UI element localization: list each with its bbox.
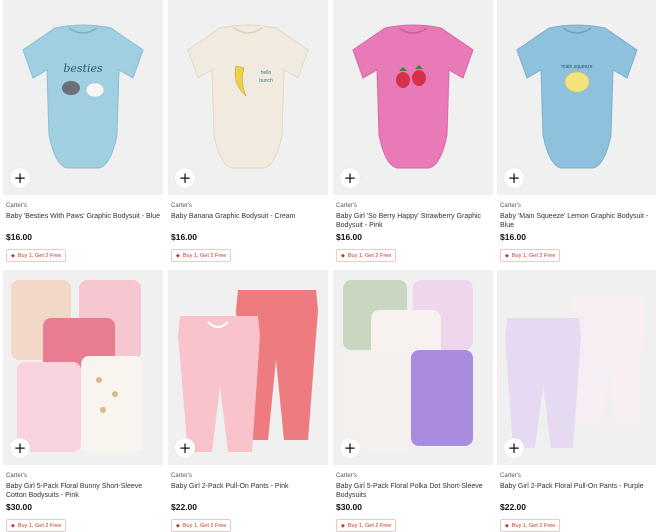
add-to-cart-button[interactable]: +: [10, 168, 30, 188]
tag-icon: ◆: [505, 252, 509, 259]
product-price: $16.00: [500, 232, 526, 242]
product-image[interactable]: hello bunch +: [168, 0, 328, 195]
plus-icon: +: [178, 438, 192, 457]
product-brand: Carter's: [6, 203, 27, 209]
product-price: $22.00: [171, 502, 197, 512]
product-image[interactable]: +: [333, 0, 493, 195]
tag-icon: ◆: [11, 522, 15, 529]
product-image[interactable]: +: [168, 270, 328, 465]
product-card[interactable]: hello bunch + Carter's Baby Banana Graph…: [168, 0, 328, 262]
product-card[interactable]: + Carter's Baby Girl 2-Pack Pull-On Pant…: [168, 270, 328, 532]
product-brand: Carter's: [6, 473, 27, 479]
plus-icon: +: [507, 168, 521, 187]
add-to-cart-button[interactable]: +: [10, 438, 30, 458]
add-to-cart-button[interactable]: +: [175, 438, 195, 458]
product-grid: besties + Carter's Baby 'Besties With Pa…: [0, 0, 656, 532]
promo-badge[interactable]: ◆ Buy 1, Get 2 Free: [171, 519, 232, 532]
product-image[interactable]: main squeeze +: [497, 0, 656, 195]
product-card[interactable]: main squeeze + Carter's Baby 'Main Squee…: [497, 0, 656, 262]
promo-badge[interactable]: ◆ Buy 1, Get 2 Free: [336, 249, 397, 262]
promo-label: Buy 1, Get 2 Free: [17, 522, 62, 529]
product-card[interactable]: besties + Carter's Baby 'Besties With Pa…: [3, 0, 163, 262]
product-brand: Carter's: [500, 203, 521, 209]
product-title[interactable]: Baby Girl 2-Pack Floral Pull-On Pants - …: [500, 482, 656, 500]
product-title[interactable]: Baby Girl 'So Berry Happy' Strawberry Gr…: [336, 212, 493, 230]
promo-label: Buy 1, Get 2 Free: [182, 522, 227, 529]
promo-label: Buy 1, Get 2 Free: [347, 522, 392, 529]
product-title[interactable]: Baby Girl 5-Pack Floral Bunny Short-Slee…: [6, 482, 163, 500]
svg-text:bunch: bunch: [259, 78, 273, 84]
product-brand: Carter's: [336, 473, 357, 479]
plus-icon: +: [13, 438, 27, 457]
product-image[interactable]: +: [333, 270, 493, 465]
product-title[interactable]: Baby 'Main Squeeze' Lemon Graphic Bodysu…: [500, 212, 656, 230]
promo-badge[interactable]: ◆ Buy 1, Get 2 Free: [500, 249, 561, 262]
product-title[interactable]: Baby Banana Graphic Bodysuit - Cream: [171, 212, 328, 230]
tag-icon: ◆: [341, 252, 345, 259]
tag-icon: ◆: [11, 252, 15, 259]
add-to-cart-button[interactable]: +: [340, 438, 360, 458]
product-card[interactable]: + Carter's Baby Girl 5-Pack Floral Polka…: [333, 270, 493, 532]
product-image[interactable]: +: [3, 270, 163, 465]
promo-label: Buy 1, Get 2 Free: [511, 522, 556, 529]
promo-label: Buy 1, Get 2 Free: [17, 252, 62, 259]
add-to-cart-button[interactable]: +: [504, 438, 524, 458]
product-title[interactable]: Baby Girl 5-Pack Floral Polka Dot Short-…: [336, 482, 493, 500]
add-to-cart-button[interactable]: +: [504, 168, 524, 188]
product-card[interactable]: + Carter's Baby Girl 5-Pack Floral Bunny…: [3, 270, 163, 532]
promo-badge[interactable]: ◆ Buy 1, Get 2 Free: [500, 519, 561, 532]
product-title[interactable]: Baby Girl 2-Pack Pull-On Pants - Pink: [171, 482, 328, 500]
plus-icon: +: [343, 438, 357, 457]
product-price: $30.00: [336, 502, 362, 512]
promo-label: Buy 1, Get 2 Free: [182, 252, 227, 259]
tag-icon: ◆: [176, 522, 180, 529]
product-card[interactable]: + Carter's Baby Girl 2-Pack Floral Pull-…: [497, 270, 656, 532]
add-to-cart-button[interactable]: +: [175, 168, 195, 188]
product-price: $16.00: [171, 232, 197, 242]
tag-icon: ◆: [341, 522, 345, 529]
product-brand: Carter's: [171, 473, 192, 479]
product-brand: Carter's: [336, 203, 357, 209]
product-price: $16.00: [336, 232, 362, 242]
product-price: $22.00: [500, 502, 526, 512]
product-price: $16.00: [6, 232, 32, 242]
product-title[interactable]: Baby 'Besties With Paws' Graphic Bodysui…: [6, 212, 163, 230]
svg-text:hello: hello: [261, 70, 272, 76]
promo-badge[interactable]: ◆ Buy 1, Get 2 Free: [336, 519, 397, 532]
plus-icon: +: [507, 438, 521, 457]
product-brand: Carter's: [500, 473, 521, 479]
promo-label: Buy 1, Get 2 Free: [511, 252, 556, 259]
product-card[interactable]: + Carter's Baby Girl 'So Berry Happy' St…: [333, 0, 493, 262]
plus-icon: +: [13, 168, 27, 187]
svg-text:main squeeze: main squeeze: [561, 64, 592, 70]
promo-badge[interactable]: ◆ Buy 1, Get 2 Free: [6, 519, 67, 532]
tag-icon: ◆: [505, 522, 509, 529]
promo-label: Buy 1, Get 2 Free: [347, 252, 392, 259]
svg-text:besties: besties: [63, 62, 103, 75]
product-image[interactable]: +: [497, 270, 656, 465]
promo-badge[interactable]: ◆ Buy 1, Get 2 Free: [6, 249, 67, 262]
plus-icon: +: [343, 168, 357, 187]
promo-badge[interactable]: ◆ Buy 1, Get 2 Free: [171, 249, 232, 262]
add-to-cart-button[interactable]: +: [340, 168, 360, 188]
tag-icon: ◆: [176, 252, 180, 259]
product-price: $30.00: [6, 502, 32, 512]
product-brand: Carter's: [171, 203, 192, 209]
plus-icon: +: [178, 168, 192, 187]
product-image[interactable]: besties +: [3, 0, 163, 195]
